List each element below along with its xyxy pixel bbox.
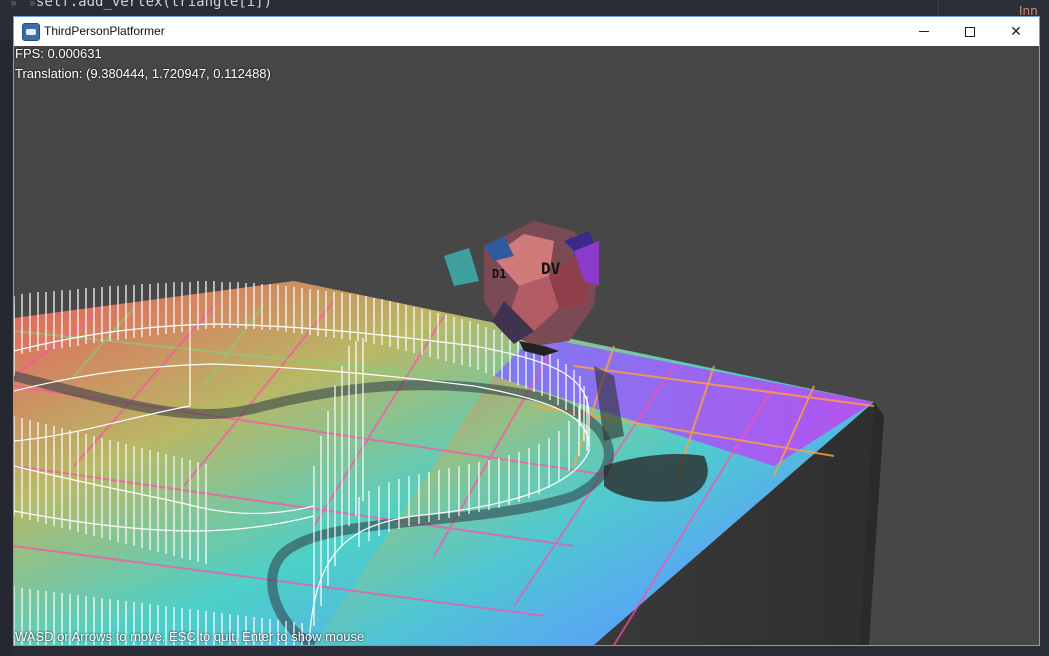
game-window: ThirdPersonPlatformer ✕ D1 DV FPS: 0.000… xyxy=(13,16,1040,646)
minimize-icon xyxy=(919,31,929,32)
monkey-label-right: DV xyxy=(541,259,561,278)
game-viewport[interactable]: D1 DV FPS: 0.000631 Translation: (9.3804… xyxy=(14,46,1039,645)
close-button[interactable]: ✕ xyxy=(993,17,1039,46)
maximize-button[interactable] xyxy=(947,17,993,46)
godot-app-icon xyxy=(22,23,40,41)
code-line: self.add_vertex(triangle[i]) xyxy=(36,0,273,10)
indent-guides: » » xyxy=(10,0,37,10)
minimize-button[interactable] xyxy=(901,17,947,46)
line-gutter xyxy=(0,40,12,656)
translation-readout: Translation: (9.380444, 1.720947, 0.1124… xyxy=(15,66,271,81)
close-icon: ✕ xyxy=(1010,23,1022,40)
maximize-icon xyxy=(965,26,975,37)
title-bar[interactable]: ThirdPersonPlatformer ✕ xyxy=(14,17,1039,46)
monkey-label-left: D1 xyxy=(492,267,506,281)
3d-scene: D1 DV xyxy=(14,46,1039,645)
window-title: ThirdPersonPlatformer xyxy=(44,24,165,38)
controls-help-text: WASD or Arrows to move, ESC to quit, Ent… xyxy=(15,629,365,644)
fps-readout: FPS: 0.000631 xyxy=(15,46,102,61)
